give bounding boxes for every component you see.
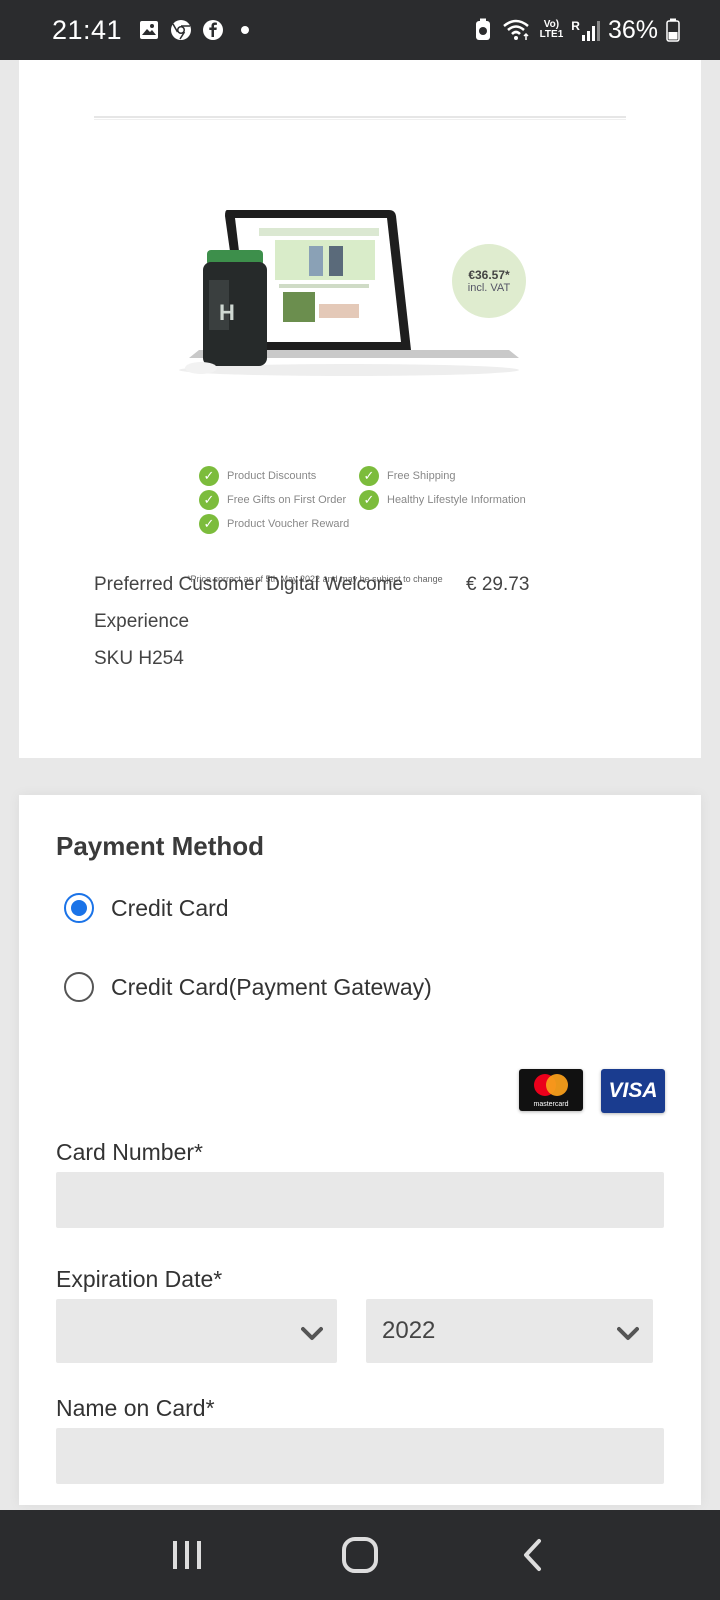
gateway-label[interactable]: Credit Card(Payment Gateway) bbox=[111, 974, 432, 1001]
product-info: Preferred Customer Digital Welcome Exper… bbox=[94, 566, 444, 677]
name-on-card-label: Name on Card* bbox=[56, 1395, 215, 1421]
benefit-item: ✓ Healthy Lifestyle Information bbox=[359, 490, 526, 510]
benefit-item: ✓ Free Shipping bbox=[359, 466, 456, 486]
signal-icon: R bbox=[571, 19, 600, 41]
wifi-icon bbox=[502, 19, 532, 41]
benefit-item: ✓ Product Discounts bbox=[199, 466, 316, 486]
price-bubble: €36.57* incl. VAT bbox=[452, 244, 526, 318]
facebook-icon bbox=[202, 19, 224, 41]
check-icon: ✓ bbox=[199, 466, 219, 486]
svg-text:H: H bbox=[219, 300, 235, 325]
credit-card-label[interactable]: Credit Card bbox=[111, 895, 229, 922]
chrome-icon bbox=[170, 19, 192, 41]
sim-label: R bbox=[571, 19, 580, 33]
status-bar: 21:41 Vo) LTE1 R 36% bbox=[0, 0, 720, 60]
back-button[interactable] bbox=[503, 1525, 563, 1585]
check-icon: ✓ bbox=[199, 490, 219, 510]
gateway-radio[interactable] bbox=[64, 972, 94, 1002]
chevron-down-icon bbox=[617, 1321, 639, 1349]
payment-method-title: Payment Method bbox=[56, 831, 265, 861]
benefit-text: Product Discounts bbox=[227, 470, 317, 482]
product-name: Preferred Customer Digital Welcome Exper… bbox=[94, 574, 404, 632]
payment-option-credit-card[interactable]: Credit Card bbox=[64, 893, 229, 923]
recent-apps-icon bbox=[172, 1541, 201, 1569]
payment-option-gateway[interactable]: Credit Card(Payment Gateway) bbox=[64, 972, 432, 1002]
chevron-down-icon bbox=[301, 1321, 323, 1349]
home-button[interactable] bbox=[330, 1525, 390, 1585]
check-icon: ✓ bbox=[199, 514, 219, 534]
battery-percent: 36% bbox=[607, 15, 658, 44]
payment-method-card: Payment Method Credit Card Credit Card(P… bbox=[19, 795, 701, 1505]
more-notifications-dot-icon bbox=[234, 19, 256, 41]
credit-card-radio[interactable] bbox=[64, 893, 94, 923]
accepted-cards: mastercard VISA bbox=[519, 1069, 665, 1113]
benefit-text: Free Shipping bbox=[387, 470, 456, 482]
volte-indicator: Vo) LTE1 bbox=[540, 20, 564, 40]
promo-image: H €36.57* incl. VAT ✓ Product Discounts … bbox=[159, 170, 559, 590]
gallery-icon bbox=[138, 19, 160, 41]
mastercard-text: mastercard bbox=[533, 1101, 569, 1108]
benefit-text: Product Voucher Reward bbox=[227, 518, 350, 530]
battery-icon bbox=[666, 18, 680, 42]
back-icon bbox=[524, 1539, 542, 1571]
product-sku: SKU H254 bbox=[94, 648, 184, 669]
product-price: € 29.73 bbox=[466, 574, 530, 595]
battery-saver-icon bbox=[472, 18, 494, 41]
navigation-bar bbox=[0, 1510, 720, 1600]
mastercard-logo-icon: mastercard bbox=[519, 1069, 583, 1111]
expiration-month-select[interactable] bbox=[56, 1299, 337, 1363]
status-time: 21:41 bbox=[52, 14, 123, 45]
benefit-item: ✓ Product Voucher Reward bbox=[199, 514, 349, 534]
product-card: H €36.57* incl. VAT ✓ Product Discounts … bbox=[19, 60, 701, 758]
divider bbox=[94, 116, 626, 120]
card-number-input[interactable] bbox=[56, 1172, 664, 1228]
lte-text: LTE1 bbox=[539, 29, 564, 40]
recent-apps-button[interactable] bbox=[157, 1525, 217, 1585]
check-icon: ✓ bbox=[359, 466, 379, 486]
notification-icons bbox=[138, 19, 256, 41]
promo-price: €36.57* bbox=[468, 268, 510, 282]
check-icon: ✓ bbox=[359, 490, 379, 510]
benefit-item: ✓ Free Gifts on First Order bbox=[199, 490, 346, 510]
name-on-card-input[interactable] bbox=[56, 1428, 664, 1484]
expiration-year-select[interactable]: 2022 bbox=[366, 1299, 653, 1363]
system-icons: Vo) LTE1 R 36% bbox=[472, 16, 680, 45]
card-number-label: Card Number* bbox=[56, 1139, 203, 1165]
home-icon bbox=[341, 1537, 378, 1573]
promo-vat: incl. VAT bbox=[467, 282, 511, 294]
expiration-year-value: 2022 bbox=[382, 1317, 436, 1344]
visa-logo-icon: VISA bbox=[601, 1069, 665, 1113]
expiration-date-label: Expiration Date* bbox=[56, 1266, 223, 1292]
benefit-text: Healthy Lifestyle Information bbox=[387, 494, 526, 506]
benefit-text: Free Gifts on First Order bbox=[227, 494, 347, 506]
